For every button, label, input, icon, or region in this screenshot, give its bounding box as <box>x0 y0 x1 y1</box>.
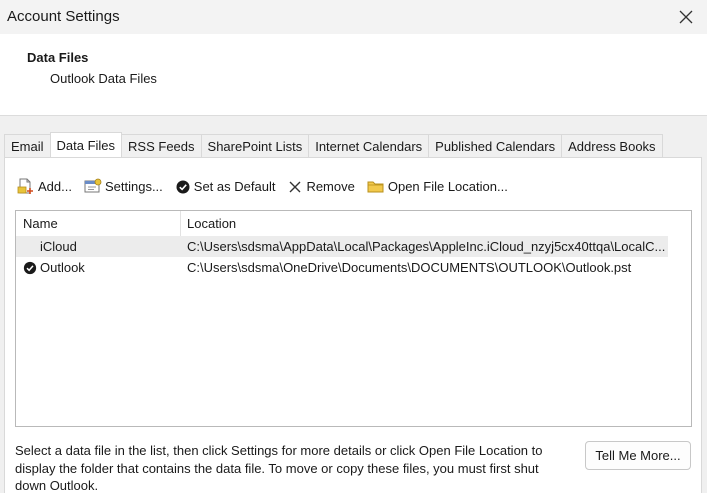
close-button[interactable] <box>665 0 707 34</box>
list-item-location: C:\Users\sdsma\OneDrive\Documents\DOCUME… <box>187 260 632 275</box>
list-item-location: C:\Users\sdsma\AppData\Local\Packages\Ap… <box>187 239 666 254</box>
check-circle-icon <box>23 261 37 274</box>
column-header-name[interactable]: Name <box>16 211 181 236</box>
remove-button[interactable]: Remove <box>287 179 355 195</box>
open-file-location-label: Open File Location... <box>387 179 508 194</box>
tab-rss-feeds[interactable]: RSS Feeds <box>121 134 202 158</box>
tab-strip: Email Data Files RSS Feeds SharePoint Li… <box>4 132 663 158</box>
tab-email[interactable]: Email <box>4 134 51 158</box>
data-files-panel: Add... Settings... Set as Default Remove <box>4 157 702 493</box>
default-marker-empty <box>22 240 38 254</box>
settings-label: Settings... <box>104 179 163 194</box>
data-files-list[interactable]: Name Location iCloud C:\Users\sdsma\AppD… <box>15 210 692 427</box>
remove-label: Remove <box>306 179 355 194</box>
tab-internet-calendars[interactable]: Internet Calendars <box>308 134 430 158</box>
settings-icon <box>84 178 102 193</box>
set-as-default-label: Set as Default <box>193 179 276 194</box>
list-item-name: Outlook <box>40 260 85 275</box>
open-file-location-button[interactable]: Open File Location... <box>367 179 508 195</box>
add-file-icon <box>17 178 33 194</box>
close-icon <box>679 10 693 24</box>
set-as-default-button[interactable]: Set as Default <box>175 179 276 195</box>
folder-icon <box>367 181 384 192</box>
check-circle-icon <box>176 180 190 193</box>
tab-data-files[interactable]: Data Files <box>49 132 123 157</box>
list-item-name-cell: Outlook <box>16 260 181 275</box>
title-bar: Account Settings <box>0 0 707 34</box>
list-item[interactable]: Outlook C:\Users\sdsma\OneDrive\Document… <box>16 257 668 278</box>
list-header: Name Location <box>16 211 668 236</box>
list-item[interactable]: iCloud C:\Users\sdsma\AppData\Local\Pack… <box>16 236 668 257</box>
window-title: Account Settings <box>7 8 120 25</box>
toolbar: Add... Settings... Set as Default Remove <box>17 178 520 195</box>
tell-me-more-button[interactable]: Tell Me More... <box>585 441 691 470</box>
remove-x-icon <box>289 181 301 192</box>
settings-button[interactable]: Settings... <box>84 178 163 195</box>
page-subtitle: Outlook Data Files <box>50 71 157 86</box>
page-header: Data Files Outlook Data Files <box>0 34 707 116</box>
list-item-name-cell: iCloud <box>16 239 181 254</box>
add-button[interactable]: Add... <box>17 178 72 195</box>
column-header-location[interactable]: Location <box>181 211 236 236</box>
tab-address-books[interactable]: Address Books <box>561 134 663 158</box>
default-marker <box>22 261 38 275</box>
tab-sharepoint-lists[interactable]: SharePoint Lists <box>200 134 310 158</box>
page-title: Data Files <box>27 50 89 65</box>
tab-published-calendars[interactable]: Published Calendars <box>428 134 563 158</box>
help-text: Select a data file in the list, then cli… <box>15 443 543 493</box>
list-item-name: iCloud <box>40 239 77 254</box>
add-label: Add... <box>38 179 72 194</box>
